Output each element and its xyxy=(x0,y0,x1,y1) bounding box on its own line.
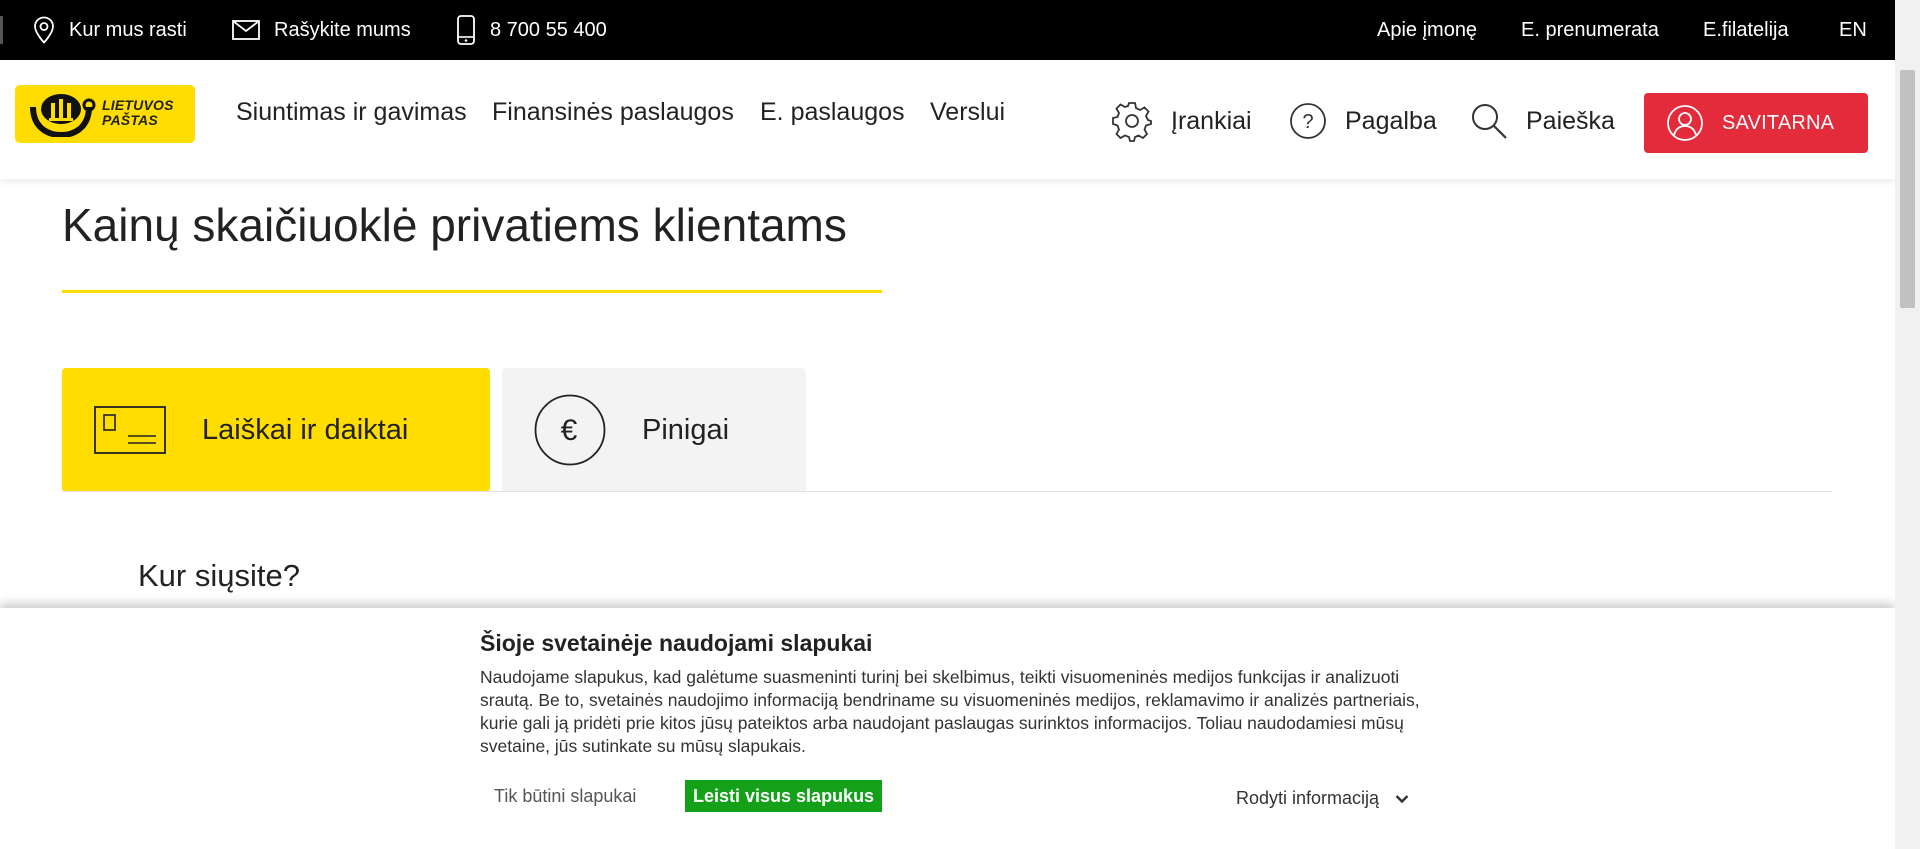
page-title: Kainų skaičiuoklė privatiems klientams xyxy=(62,199,847,251)
tab-money-label: Pinigai xyxy=(642,413,730,446)
left-edge-marker xyxy=(0,16,3,44)
about-company-link[interactable]: Apie įmonę xyxy=(1377,0,1477,60)
search-button[interactable]: Paieška xyxy=(1470,100,1615,142)
logo-line-2: PAŠTAS xyxy=(102,112,158,128)
self-service-label: SAVITARNA xyxy=(1722,111,1835,134)
svg-text:?: ? xyxy=(1302,111,1313,133)
euro-icon: € xyxy=(534,394,606,466)
nav-business[interactable]: Verslui xyxy=(930,98,1005,127)
svg-text:€: € xyxy=(561,414,578,447)
location-pin-icon xyxy=(34,16,54,44)
language-label: EN xyxy=(1839,18,1867,41)
e-subscription-label: E. prenumerata xyxy=(1521,18,1659,41)
chevron-down-icon xyxy=(1395,794,1409,803)
nav-sending-receiving[interactable]: Siuntimas ir gavimas xyxy=(236,98,467,127)
about-company-label: Apie įmonę xyxy=(1377,18,1478,41)
question-circle-icon: ? xyxy=(1290,103,1326,139)
show-details-label: Rodyti informaciją xyxy=(1236,788,1380,808)
phone-number: 8 700 55 400 xyxy=(490,18,607,41)
nav-e-services[interactable]: E. paslaugos xyxy=(760,98,905,127)
lietuvos-pastas-logo[interactable]: LIETUVOS PAŠTAS xyxy=(15,85,195,143)
letter-card-icon xyxy=(94,406,166,454)
search-icon xyxy=(1472,104,1507,139)
main-header: LIETUVOS PAŠTAS Siuntimas ir gavimas Fin… xyxy=(0,60,1895,179)
tab-letters-items[interactable]: Laiškai ir daiktai xyxy=(62,368,490,492)
tabs-divider xyxy=(62,491,1832,492)
logo-wordmark: LIETUVOS PAŠTAS xyxy=(102,98,174,128)
necessary-cookies-button[interactable]: Tik būtini slapukai xyxy=(480,780,650,812)
tools-label: Įrankiai xyxy=(1171,106,1252,135)
e-subscription-link[interactable]: E. prenumerata xyxy=(1521,0,1659,60)
post-horn-logo-icon xyxy=(30,94,96,137)
write-us-link[interactable]: Rašykite mums xyxy=(232,0,411,60)
e-philately-label: E.filatelija xyxy=(1703,18,1789,41)
cookie-consent-banner: Šioje svetainėje naudojami slapukai Naud… xyxy=(0,608,1895,849)
gear-icon xyxy=(1112,102,1152,142)
help-button[interactable]: ? Pagalba xyxy=(1289,100,1437,142)
find-us-label: Kur mus rasti xyxy=(69,18,187,41)
mobile-phone-icon xyxy=(457,15,475,45)
language-switch[interactable]: EN xyxy=(1839,0,1867,60)
title-underline xyxy=(62,290,882,293)
logo-line-1: LIETUVOS xyxy=(102,97,174,113)
nav-financial-services[interactable]: Finansinės paslaugos xyxy=(492,98,734,127)
show-details-toggle[interactable]: Rodyti informaciją xyxy=(1236,788,1409,809)
self-service-button[interactable]: SAVITARNA xyxy=(1644,93,1868,153)
phone-link[interactable]: 8 700 55 400 xyxy=(456,0,607,60)
find-us-link[interactable]: Kur mus rasti xyxy=(33,0,187,60)
user-circle-icon xyxy=(1667,105,1703,141)
cookie-description: Naudojame slapukus, kad galėtume suasmen… xyxy=(480,667,1420,756)
search-label: Paieška xyxy=(1526,106,1615,135)
envelope-icon xyxy=(232,20,260,40)
destination-question: Kur siųsite? xyxy=(138,558,300,593)
cookie-title: Šioje svetainėje naudojami slapukai xyxy=(480,630,873,656)
write-us-label: Rašykite mums xyxy=(274,18,411,41)
scrollbar-thumb[interactable] xyxy=(1900,70,1915,308)
tab-letters-items-label: Laiškai ir daiktai xyxy=(202,413,409,446)
accept-all-cookies-button[interactable]: Leisti visus slapukus xyxy=(685,780,883,812)
top-utility-bar: Kur mus rasti Rašykite mums 8 700 55 400… xyxy=(0,0,1895,60)
help-label: Pagalba xyxy=(1345,106,1437,135)
tools-button[interactable]: Įrankiai xyxy=(1111,100,1252,142)
tab-money[interactable]: € Pinigai xyxy=(502,368,806,492)
e-philately-link[interactable]: E.filatelija xyxy=(1703,0,1789,60)
